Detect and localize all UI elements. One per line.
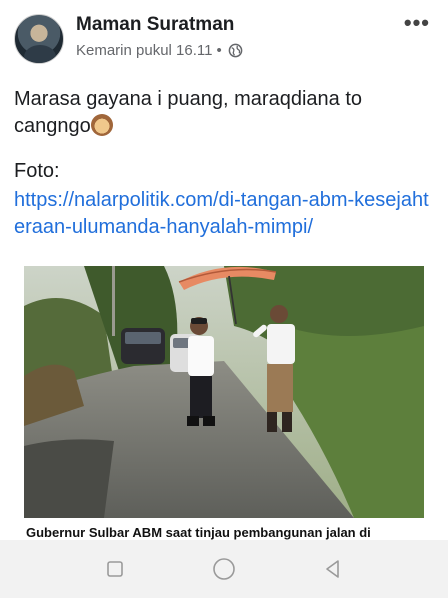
timestamp[interactable]: Kemarin pukul 16.11 [76, 42, 212, 59]
recent-apps-icon [106, 561, 123, 577]
photo-caption-strip: Gubernur Sulbar ABM saat tinjau pembangu… [24, 518, 424, 540]
article-link[interactable]: https://nalarpolitik.com/di-tangan-abm-k… [14, 187, 434, 241]
post-meta: Kemarin pukul 16.11 • [76, 42, 243, 59]
more-options-button[interactable]: ••• [404, 10, 430, 36]
photo-illustration [24, 266, 424, 518]
back-icon [326, 560, 340, 578]
avatar[interactable] [14, 14, 64, 64]
monkey-face-emoji-icon [90, 114, 113, 136]
home-icon [213, 558, 235, 580]
author-name[interactable]: Maman Suratman [76, 14, 234, 36]
back-button[interactable] [318, 554, 348, 584]
recent-apps-button[interactable] [100, 554, 130, 584]
meta-separator: • [216, 42, 222, 59]
post-photo[interactable] [24, 266, 424, 518]
post-text-line2: cangngo [14, 115, 91, 137]
foto-label: Foto: [14, 160, 60, 182]
post-text: Marasa gayana i puang, maraqdiana to can… [14, 86, 434, 140]
globe-icon [228, 43, 243, 58]
android-navbar [0, 540, 448, 598]
home-button[interactable] [209, 554, 239, 584]
photo-caption: Gubernur Sulbar ABM saat tinjau pembangu… [26, 525, 371, 540]
post-text-line1: Marasa gayana i puang, maraqdiana to [14, 88, 363, 110]
post-header: Maman Suratman Kemarin pukul 16.11 • ••• [0, 0, 448, 70]
